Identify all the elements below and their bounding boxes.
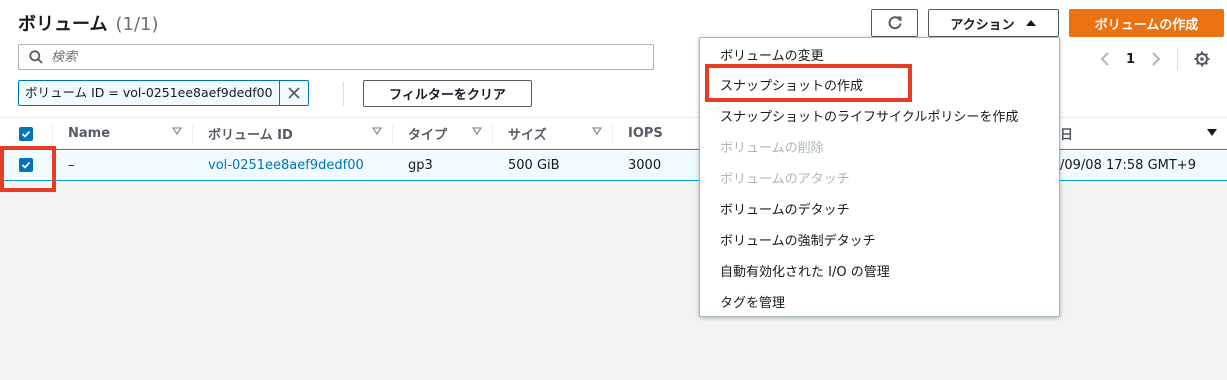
gear-icon[interactable] bbox=[1194, 51, 1210, 67]
cell-size: 500 GiB bbox=[508, 157, 560, 173]
column-header-label: ボリューム ID bbox=[208, 128, 293, 143]
volume-id-link[interactable]: vol-0251ee8aef9dedf00 bbox=[208, 150, 364, 180]
menu-item-manage-tags[interactable]: タグを管理 bbox=[700, 286, 1059, 317]
chevron-left-icon[interactable] bbox=[1100, 52, 1110, 66]
page-number[interactable]: 1 bbox=[1126, 52, 1135, 67]
column-divider bbox=[612, 125, 613, 143]
close-icon bbox=[287, 87, 300, 99]
page-title: ボリューム bbox=[18, 14, 108, 35]
clear-filters-button[interactable]: フィルターをクリア bbox=[363, 80, 532, 107]
column-header-label: Name bbox=[68, 126, 111, 141]
column-header-volume-id[interactable]: ボリューム ID bbox=[208, 118, 392, 149]
column-divider bbox=[192, 125, 193, 143]
column-header-type[interactable]: タイプ bbox=[408, 118, 492, 149]
menu-item-create-lifecycle-policy[interactable]: スナップショットのライフサイクルポリシーを作成 bbox=[700, 100, 1059, 131]
refresh-icon bbox=[888, 16, 901, 30]
column-divider bbox=[492, 125, 493, 143]
caret-up-icon bbox=[1025, 20, 1036, 26]
column-header-name[interactable]: Name bbox=[68, 118, 192, 149]
sort-caret-down-icon bbox=[592, 127, 602, 135]
menu-item-detach-volume[interactable]: ボリュームのデタッチ bbox=[700, 193, 1059, 224]
select-all-checkbox[interactable] bbox=[19, 118, 35, 149]
sort-caret-down-active-icon bbox=[1207, 129, 1217, 136]
column-header-label: タイプ bbox=[408, 128, 448, 143]
cell-type: gp3 bbox=[408, 157, 433, 173]
column-header-created[interactable]: 日 bbox=[1060, 118, 1227, 149]
menu-item-attach-volume: ボリュームのアタッチ bbox=[720, 172, 850, 187]
create-volume-button[interactable]: ボリュームの作成 bbox=[1069, 9, 1224, 37]
menu-item-force-detach-volume[interactable]: ボリュームの強制デタッチ bbox=[700, 224, 1059, 255]
actions-button[interactable]: アクション bbox=[928, 9, 1059, 37]
pagination: 1 bbox=[1100, 48, 1210, 70]
column-header-size[interactable]: サイズ bbox=[508, 118, 612, 149]
cell-name: – bbox=[68, 157, 75, 173]
refresh-button[interactable] bbox=[871, 9, 918, 37]
actions-label: アクション bbox=[950, 17, 1015, 33]
highlight-create-snapshot bbox=[705, 64, 912, 102]
column-divider bbox=[392, 125, 393, 143]
menu-item-delete-volume: ボリュームの削除 bbox=[720, 141, 824, 156]
remove-filter-button[interactable] bbox=[280, 81, 308, 105]
column-divider bbox=[52, 125, 53, 143]
pager-divider bbox=[1177, 48, 1179, 70]
search-icon bbox=[29, 50, 43, 64]
checkmark-icon bbox=[21, 130, 31, 138]
cell-iops: 3000 bbox=[628, 157, 662, 173]
filter-token-label: ボリューム ID = vol-0251ee8aef9dedf00 bbox=[19, 81, 280, 105]
menu-item-manage-auto-enabled-io[interactable]: 自動有効化された I/O の管理 bbox=[700, 255, 1059, 286]
sort-caret-down-icon bbox=[172, 127, 182, 135]
cell-created: /09/08 17:58 GMT+9 bbox=[1060, 157, 1196, 173]
search-field[interactable] bbox=[18, 44, 654, 70]
sort-caret-down-icon bbox=[472, 127, 482, 135]
column-header-label: 日 bbox=[1060, 128, 1074, 143]
highlight-row-checkbox bbox=[0, 146, 56, 192]
sort-caret-down-icon bbox=[372, 127, 382, 135]
selection-count: (1/1) bbox=[115, 14, 159, 35]
chevron-right-icon[interactable] bbox=[1151, 52, 1161, 66]
filter-token: ボリューム ID = vol-0251ee8aef9dedf00 bbox=[18, 80, 309, 106]
select-all-check bbox=[19, 126, 33, 141]
column-header-label: サイズ bbox=[508, 128, 547, 143]
filter-divider bbox=[343, 82, 344, 106]
column-header-label: IOPS bbox=[628, 126, 663, 141]
search-input[interactable] bbox=[51, 49, 631, 65]
column-header-iops[interactable]: IOPS bbox=[628, 118, 698, 149]
page-header: ボリューム (1/1) bbox=[18, 10, 158, 36]
